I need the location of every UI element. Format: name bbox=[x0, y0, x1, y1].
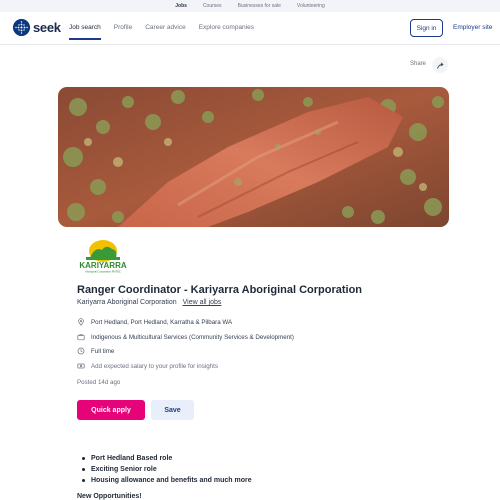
nav-job-search[interactable]: Job search bbox=[69, 24, 101, 40]
site-header: seek Job search Profile Career advice Ex… bbox=[0, 12, 500, 45]
money-icon bbox=[77, 362, 85, 370]
top-bar: Jobs Courses Businesses for sale Volunte… bbox=[0, 0, 500, 12]
job-banner-image bbox=[58, 87, 449, 227]
job-work-type: Full time bbox=[91, 347, 115, 355]
main-nav: Job search Profile Career advice Explore… bbox=[69, 24, 254, 40]
logo-text: seek bbox=[33, 20, 61, 35]
topbar-link-businesses[interactable]: Businesses for sale bbox=[230, 3, 289, 9]
quick-apply-button[interactable]: Quick apply bbox=[77, 400, 145, 420]
nav-profile[interactable]: Profile bbox=[114, 24, 132, 31]
company-row: Kariyarra Aboriginal Corporation View al… bbox=[77, 299, 221, 306]
nav-explore-companies[interactable]: Explore companies bbox=[199, 24, 254, 31]
employer-site-link[interactable]: Employer site bbox=[453, 24, 492, 31]
sign-in-button[interactable]: Sign in bbox=[410, 19, 443, 37]
salary-row: Add expected salary to your profile for … bbox=[77, 362, 218, 370]
nav-career-advice[interactable]: Career advice bbox=[145, 24, 185, 31]
location-row: Port Hedland, Port Hedland, Karratha & P… bbox=[77, 318, 232, 326]
posted-date: Posted 14d ago bbox=[77, 379, 121, 386]
description-subheading: New Opportunities! bbox=[77, 493, 142, 500]
location-pin-icon bbox=[77, 318, 85, 326]
list-item: Exciting Senior role bbox=[82, 464, 252, 475]
classification-row: Indigenous & Multicultural Services (Com… bbox=[77, 333, 294, 341]
share-icon bbox=[436, 62, 443, 69]
work-type-row: Full time bbox=[77, 347, 114, 355]
list-item: Port Hedland Based role bbox=[82, 453, 252, 464]
company-logo-wordmark: KARIYARRA bbox=[79, 261, 126, 270]
job-highlights-list: Port Hedland Based role Exciting Senior … bbox=[82, 453, 252, 486]
view-all-jobs-link[interactable]: View all jobs bbox=[183, 299, 222, 306]
topbar-link-courses[interactable]: Courses bbox=[195, 3, 230, 9]
list-item: Housing allowance and benefits and much … bbox=[82, 475, 252, 486]
briefcase-icon bbox=[77, 333, 85, 341]
topbar-link-jobs[interactable]: Jobs bbox=[167, 3, 195, 9]
job-classification[interactable]: Indigenous & Multicultural Services (Com… bbox=[91, 334, 294, 341]
clock-icon bbox=[77, 347, 85, 355]
job-title: Ranger Coordinator - Kariyarra Aborigina… bbox=[77, 284, 363, 296]
company-logo-tagline: Aboriginal Corporation RNTBC bbox=[85, 270, 121, 274]
salary-insight-link[interactable]: Add expected salary to your profile for … bbox=[91, 363, 218, 370]
company-name[interactable]: Kariyarra Aboriginal Corporation bbox=[77, 299, 177, 306]
save-button[interactable]: Save bbox=[151, 400, 194, 420]
company-logo: KARIYARRA Aboriginal Corporation RNTBC bbox=[78, 238, 128, 274]
seek-logo-icon bbox=[13, 19, 30, 36]
share-label: Share bbox=[410, 61, 427, 67]
topbar-link-volunteering[interactable]: Volunteering bbox=[289, 3, 333, 9]
job-location: Port Hedland, Port Hedland, Karratha & P… bbox=[91, 318, 233, 326]
seek-logo[interactable]: seek bbox=[13, 19, 61, 36]
share-button[interactable] bbox=[432, 57, 448, 73]
